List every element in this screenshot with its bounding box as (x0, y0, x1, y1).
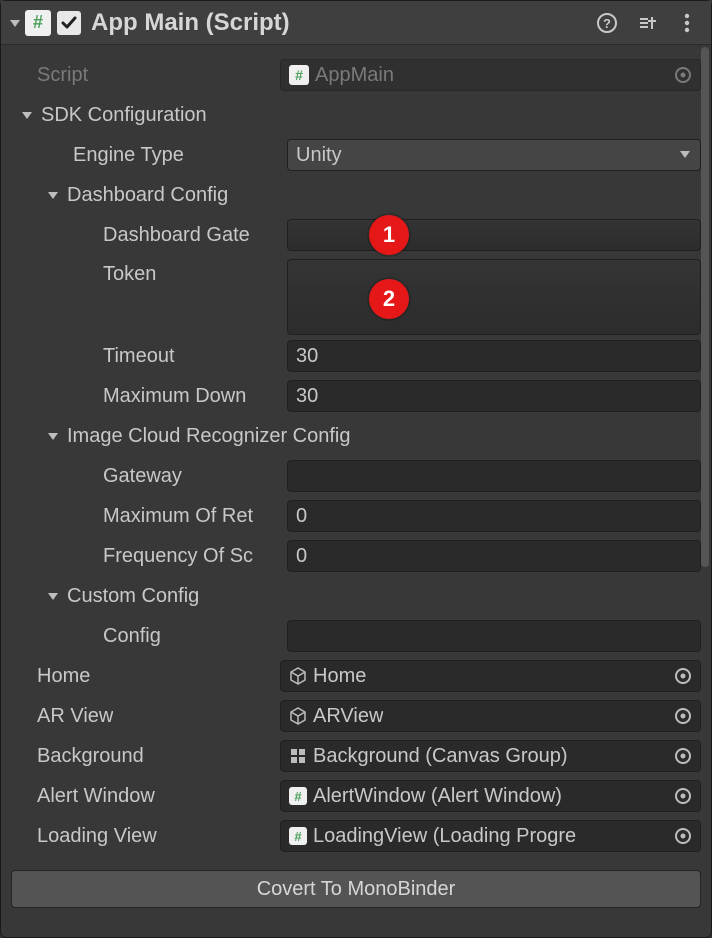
home-value: Home (313, 665, 366, 688)
custom-config-input[interactable] (287, 620, 701, 652)
inspector-component-panel: # App Main (Script) ? Script # AppMai (0, 0, 712, 938)
engine-type-row: Engine Type Unity (11, 135, 701, 175)
cloud-gateway-row: Gateway (11, 456, 701, 496)
help-icon[interactable]: ? (595, 11, 619, 35)
timeout-label: Timeout (103, 345, 175, 368)
gameobject-icon (289, 667, 307, 685)
background-label: Background (37, 745, 144, 768)
script-field: # AppMain (280, 59, 701, 91)
cloud-max-ret-row: Maximum Of Ret 0 (11, 496, 701, 536)
convert-to-monobinder-button[interactable]: Covert To MonoBinder (11, 870, 701, 908)
foldout-icon[interactable] (19, 107, 35, 123)
object-picker-icon[interactable] (672, 64, 694, 86)
max-down-label: Maximum Down (103, 385, 246, 408)
engine-type-label: Engine Type (73, 144, 184, 167)
object-picker-icon[interactable] (672, 785, 694, 807)
dashboard-gateway-row: Dashboard Gate 1 (11, 215, 701, 255)
foldout-icon[interactable] (45, 187, 61, 203)
custom-config-header-row[interactable]: Custom Config (11, 576, 701, 616)
component-header: # App Main (Script) ? (1, 1, 711, 45)
token-input[interactable] (287, 259, 701, 335)
object-picker-icon[interactable] (672, 825, 694, 847)
cloud-gateway-label: Gateway (103, 465, 182, 488)
script-value: AppMain (315, 64, 394, 87)
script-label: Script (37, 64, 88, 87)
object-picker-icon[interactable] (672, 745, 694, 767)
engine-type-value: Unity (296, 144, 342, 167)
token-label: Token (103, 263, 156, 286)
sdk-config-header-row[interactable]: SDK Configuration (11, 95, 701, 135)
svg-text:?: ? (603, 16, 611, 31)
chevron-down-icon (678, 144, 692, 167)
dashboard-config-header: Dashboard Config (67, 184, 228, 207)
component-foldout[interactable] (7, 15, 23, 31)
arview-label: AR View (37, 705, 113, 728)
context-menu-icon[interactable] (675, 11, 699, 35)
dashboard-gateway-input[interactable] (287, 219, 701, 251)
loading-view-value: LoadingView (Loading Progre (313, 825, 576, 848)
dashboard-gateway-label: Dashboard Gate (103, 224, 250, 247)
loading-view-object-field[interactable]: # LoadingView (Loading Progre (280, 820, 701, 852)
component-title: App Main (Script) (91, 9, 595, 37)
max-down-value: 30 (296, 385, 318, 408)
token-row: Token 2 (11, 255, 701, 336)
cloud-gateway-input[interactable] (287, 460, 701, 492)
cloud-freq-value: 0 (296, 545, 307, 568)
alert-window-row: Alert Window # AlertWindow (Alert Window… (11, 776, 701, 816)
max-down-input[interactable]: 30 (287, 380, 701, 412)
script-file-icon: # (289, 65, 309, 85)
background-value: Background (Canvas Group) (313, 745, 568, 768)
custom-config-row: Config (11, 616, 701, 656)
component-enabled-checkbox[interactable] (57, 11, 81, 35)
cloud-max-ret-value: 0 (296, 505, 307, 528)
arview-row: AR View ARView (11, 696, 701, 736)
home-row: Home Home (11, 656, 701, 696)
arview-object-field[interactable]: ARView (280, 700, 701, 732)
background-row: Background Background (Canvas Group) (11, 736, 701, 776)
cloud-freq-label: Frequency Of Sc (103, 545, 253, 568)
script-file-icon: # (289, 827, 307, 845)
timeout-value: 30 (296, 345, 318, 368)
convert-button-label: Covert To MonoBinder (257, 878, 456, 901)
object-picker-icon[interactable] (672, 665, 694, 687)
dashboard-config-header-row[interactable]: Dashboard Config (11, 175, 701, 215)
cloud-freq-row: Frequency Of Sc 0 (11, 536, 701, 576)
background-object-field[interactable]: Background (Canvas Group) (280, 740, 701, 772)
cloud-max-ret-label: Maximum Of Ret (103, 505, 253, 528)
script-file-icon: # (289, 787, 307, 805)
component-body: Script # AppMain SDK Configuration (1, 45, 711, 920)
cloud-config-header: Image Cloud Recognizer Config (67, 425, 351, 448)
object-picker-icon[interactable] (672, 705, 694, 727)
alert-window-object-field[interactable]: # AlertWindow (Alert Window) (280, 780, 701, 812)
canvas-group-icon (289, 747, 307, 765)
scrollbar-thumb[interactable] (701, 47, 709, 567)
sdk-config-header: SDK Configuration (41, 104, 207, 127)
loading-view-row: Loading View # LoadingView (Loading Prog… (11, 816, 701, 856)
foldout-icon[interactable] (45, 588, 61, 604)
alert-window-value: AlertWindow (Alert Window) (313, 785, 562, 808)
home-object-field[interactable]: Home (280, 660, 701, 692)
cloud-config-header-row[interactable]: Image Cloud Recognizer Config (11, 416, 701, 456)
loading-view-label: Loading View (37, 825, 157, 848)
cloud-max-ret-input[interactable]: 0 (287, 500, 701, 532)
gameobject-icon (289, 707, 307, 725)
script-file-icon: # (25, 10, 51, 36)
cloud-freq-input[interactable]: 0 (287, 540, 701, 572)
preset-icon[interactable] (635, 11, 659, 35)
timeout-row: Timeout 30 (11, 336, 701, 376)
foldout-icon[interactable] (45, 428, 61, 444)
arview-value: ARView (313, 705, 383, 728)
alert-window-label: Alert Window (37, 785, 155, 808)
max-down-row: Maximum Down 30 (11, 376, 701, 416)
timeout-input[interactable]: 30 (287, 340, 701, 372)
engine-type-dropdown[interactable]: Unity (287, 139, 701, 171)
script-row: Script # AppMain (11, 55, 701, 95)
custom-config-header: Custom Config (67, 585, 199, 608)
home-label: Home (37, 665, 90, 688)
custom-config-label: Config (103, 625, 161, 648)
